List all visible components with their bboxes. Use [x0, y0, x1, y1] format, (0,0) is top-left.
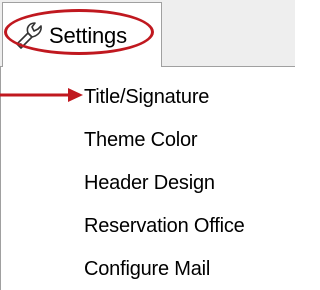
tab-strip: Settings — [0, 0, 295, 67]
annotation-arrow — [0, 88, 83, 102]
menu-item-title-signature[interactable]: Title/Signature — [84, 82, 209, 112]
annotation-circle — [4, 9, 154, 55]
menu-item-header-design[interactable]: Header Design — [84, 168, 215, 198]
menu-item-reservation-office[interactable]: Reservation Office — [84, 211, 245, 241]
menu-item-theme-color[interactable]: Theme Color — [84, 125, 198, 155]
menu-item-configure-mail[interactable]: Configure Mail — [84, 254, 210, 284]
